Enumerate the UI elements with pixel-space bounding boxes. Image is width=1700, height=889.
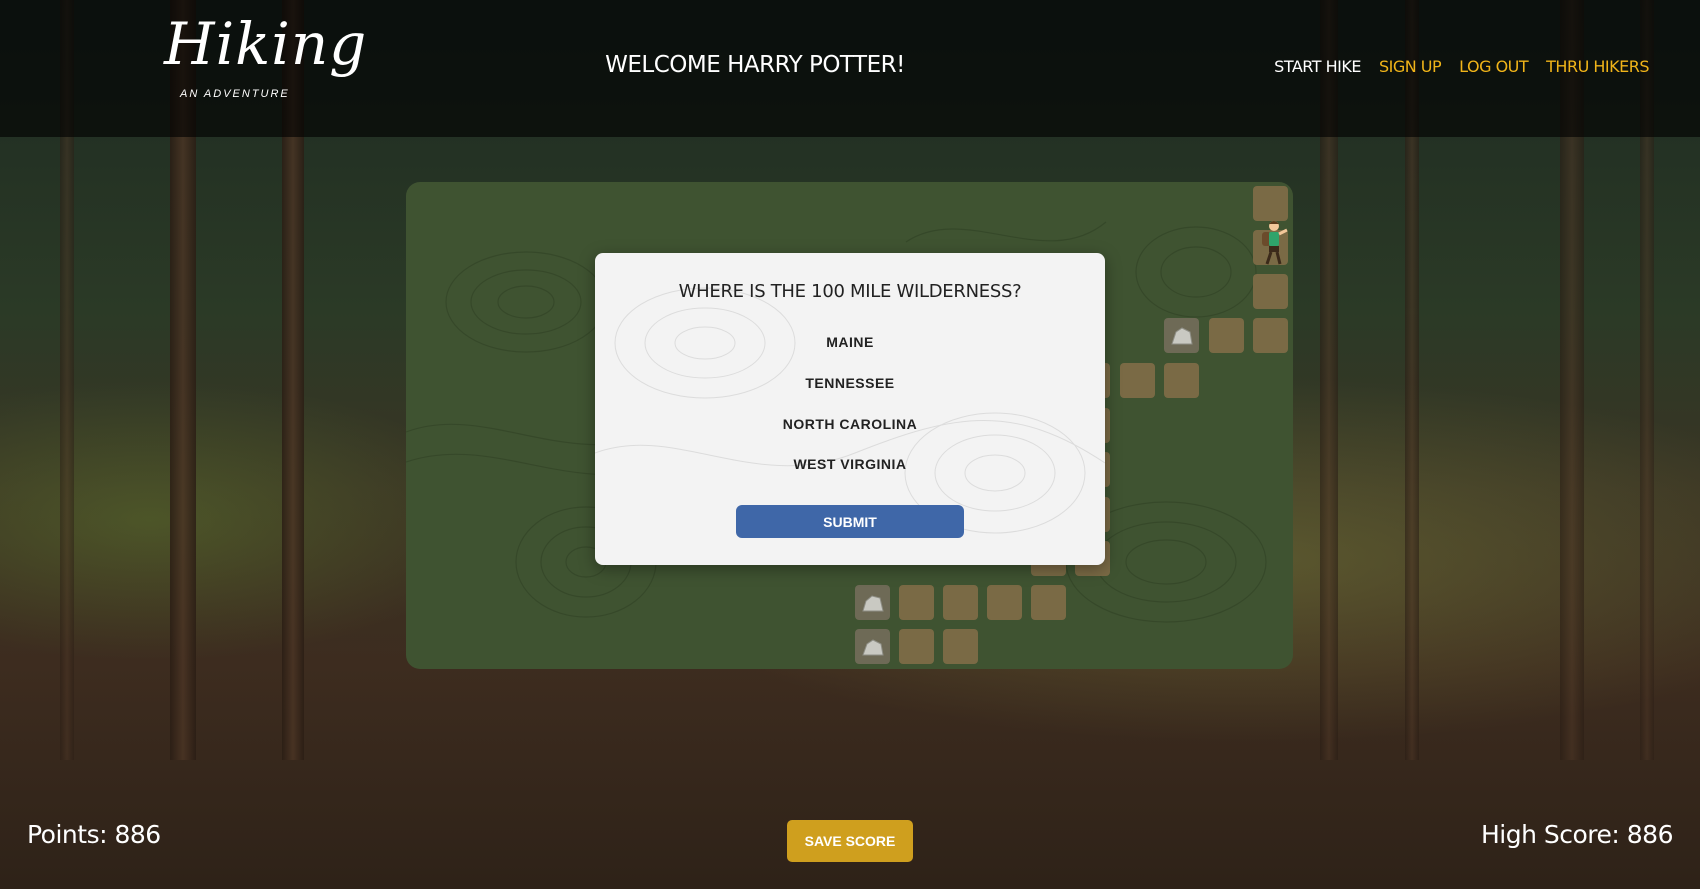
path-tile [943, 629, 978, 664]
nav-start-hike[interactable]: START HIKE [1274, 57, 1361, 76]
path-tile [1253, 318, 1288, 353]
question-text: WHERE IS THE 100 MILE WILDERNESS? [678, 281, 1022, 302]
logo-tagline: AN ADVENTURE [180, 88, 290, 100]
logo-title: Hiking [164, 10, 368, 78]
answer-option-tennessee[interactable]: TENNESSEE [595, 375, 1105, 391]
answer-option-north-carolina[interactable]: NORTH CAROLINA [595, 416, 1105, 432]
main-nav: START HIKE SIGN UP LOG OUT THRU HIKERS [1274, 57, 1649, 76]
hiker-icon [1262, 221, 1288, 265]
path-tile [899, 585, 934, 620]
rock-tile [1164, 318, 1199, 353]
nav-log-out[interactable]: LOG OUT [1459, 57, 1529, 76]
rock-icon [1171, 327, 1193, 345]
points-display: Points: 886 [27, 820, 161, 849]
nav-thru-hikers[interactable]: THRU HIKERS [1546, 57, 1649, 76]
nav-sign-up[interactable]: SIGN UP [1379, 57, 1442, 76]
path-tile [899, 629, 934, 664]
rock-icon [862, 639, 884, 656]
path-tile [987, 585, 1022, 620]
rock-tile [855, 629, 890, 664]
rock-icon [862, 595, 884, 612]
path-tile [1164, 363, 1199, 398]
hiking-logo[interactable]: Hiking AN ADVENTURE [162, 10, 366, 125]
path-tile [1031, 585, 1066, 620]
submit-button[interactable]: SUBMIT [736, 505, 964, 538]
site-header: Hiking AN ADVENTURE WELCOME HARRY POTTER… [0, 0, 1700, 137]
path-tile [1209, 318, 1244, 353]
path-tile [1253, 274, 1288, 309]
answer-option-maine[interactable]: MAINE [595, 334, 1105, 350]
question-modal: WHERE IS THE 100 MILE WILDERNESS? MAINE … [595, 253, 1105, 565]
answer-option-west-virginia[interactable]: WEST VIRGINIA [595, 456, 1105, 472]
rock-tile [855, 585, 890, 620]
save-score-button[interactable]: SAVE SCORE [787, 820, 913, 862]
path-tile [943, 585, 978, 620]
high-score-display: High Score: 886 [1480, 820, 1674, 849]
welcome-message: WELCOME HARRY POTTER! [605, 52, 905, 78]
path-tile [1120, 363, 1155, 398]
path-tile [1253, 186, 1288, 221]
